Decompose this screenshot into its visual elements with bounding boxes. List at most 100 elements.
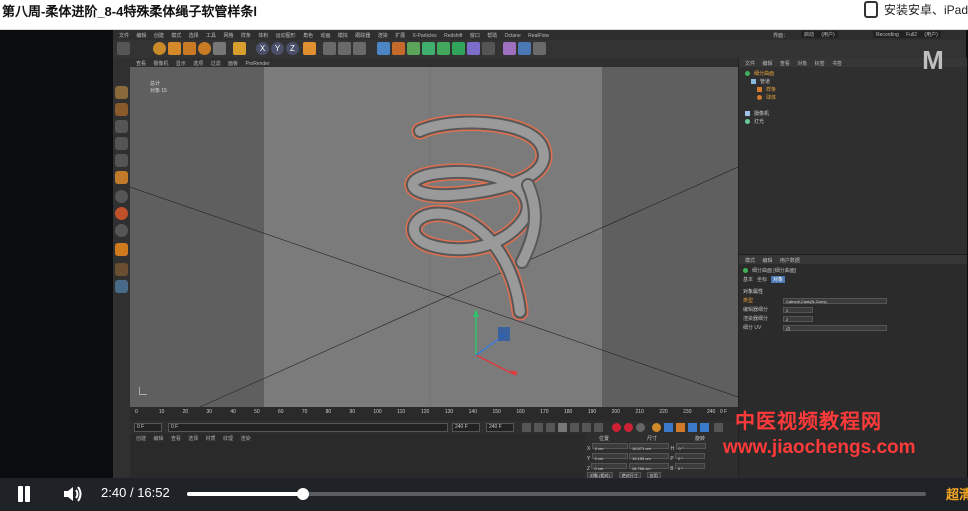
am-tab[interactable]: 编辑 (762, 258, 772, 264)
coord-pos-y[interactable]: 0 cm (591, 453, 628, 461)
om-tab[interactable]: 标签 (815, 61, 825, 67)
go-end-icon[interactable] (594, 423, 603, 432)
coord-pos-x[interactable]: 0 cm (591, 443, 628, 451)
progress-bar[interactable] (187, 488, 926, 500)
quality-select[interactable]: 超清 (946, 484, 968, 503)
object-row[interactable]: 管道 (751, 78, 770, 85)
y-axis-icon[interactable]: Y (271, 42, 284, 55)
play-icon[interactable] (558, 423, 567, 432)
coord-size-z[interactable]: 16.766 cm (628, 463, 669, 471)
menu-item[interactable]: 扩展 (395, 33, 405, 39)
pen-icon[interactable] (392, 42, 405, 55)
object-row[interactable]: 细分曲面 (745, 70, 774, 77)
start-frame-field[interactable]: 0 F (134, 423, 162, 432)
environment-icon[interactable] (467, 42, 480, 55)
snap-icon[interactable] (115, 190, 128, 203)
move-icon[interactable] (168, 42, 181, 55)
object-row[interactable]: 样条 (757, 86, 776, 93)
material-tab[interactable]: 渲染 (240, 436, 250, 442)
key-param-icon[interactable] (688, 423, 697, 432)
layout-select[interactable]: 启动 (用户) (801, 31, 838, 38)
tag-icon[interactable] (503, 42, 516, 55)
current-frame-field[interactable]: 0 F (168, 423, 448, 432)
field-icon[interactable] (452, 42, 465, 55)
lock-axis-icon[interactable] (115, 243, 128, 256)
keyframe-icon[interactable] (636, 423, 645, 432)
deformer-icon[interactable] (437, 42, 450, 55)
attr-editor-subdiv-field[interactable]: 2 (783, 306, 813, 313)
end-frame-field[interactable]: 240 F (452, 423, 480, 432)
menu-item[interactable]: 渲染 (378, 33, 388, 39)
light-icon[interactable] (533, 42, 546, 55)
rotate-icon[interactable] (198, 42, 211, 55)
3d-viewport[interactable]: 总计 对象 15 (130, 67, 738, 439)
object-row[interactable]: 摄像机 (745, 110, 769, 117)
volume-icon[interactable] (62, 484, 84, 504)
render-view-icon[interactable] (338, 42, 351, 55)
grid-icon[interactable] (518, 42, 531, 55)
menu-item[interactable]: 模拟 (338, 33, 348, 39)
record-icon[interactable] (612, 423, 621, 432)
model-mode-icon[interactable] (115, 120, 128, 133)
grid-layer-icon[interactable] (115, 280, 128, 293)
coord-size-x[interactable]: 16.071 cm (629, 443, 670, 451)
menu-item[interactable]: 模式 (171, 33, 181, 39)
next-frame-icon[interactable] (570, 423, 579, 432)
edges-mode-icon[interactable] (115, 154, 128, 167)
om-tab[interactable]: 书签 (832, 61, 842, 67)
object-row[interactable]: 球体 (757, 94, 776, 101)
material-tab[interactable]: 查看 (171, 436, 181, 442)
attr-type-select[interactable]: Catmull-Clark(N-Gons) (783, 297, 887, 304)
menu-item[interactable]: 选择 (189, 33, 199, 39)
key-scale-icon[interactable] (664, 423, 673, 432)
prev-frame-icon[interactable] (546, 423, 555, 432)
solo-icon[interactable] (115, 263, 128, 276)
coord-pos-z[interactable]: 0 cm (591, 463, 628, 471)
om-tab[interactable]: 对象 (797, 61, 807, 67)
coord-system-icon[interactable] (303, 42, 316, 55)
coord-size-y[interactable]: 19.153 cm (629, 453, 670, 461)
live-select-icon[interactable] (153, 42, 166, 55)
camera-icon[interactable] (482, 42, 495, 55)
menu-item[interactable]: 文件 (119, 33, 129, 39)
menu-item[interactable]: 运动图形 (276, 33, 296, 39)
menu-item[interactable]: 动画 (320, 33, 330, 39)
material-tab[interactable]: 选择 (188, 436, 198, 442)
progress-handle[interactable] (297, 488, 310, 500)
material-tab[interactable]: 材质 (206, 436, 216, 442)
menu-item[interactable]: 工具 (206, 33, 216, 39)
om-tab[interactable]: 编辑 (762, 61, 772, 67)
go-start-icon[interactable] (522, 423, 531, 432)
x-axis-icon[interactable]: X (256, 42, 269, 55)
points-mode-icon[interactable] (115, 137, 128, 150)
key-rotation-icon[interactable] (676, 423, 685, 432)
undo-icon[interactable] (117, 42, 130, 55)
attr-subtab[interactable]: 坐标 (757, 276, 767, 283)
cube-icon[interactable] (377, 42, 390, 55)
menu-item[interactable]: 网格 (223, 33, 233, 39)
menu-item[interactable]: 样条 (241, 33, 251, 39)
coord-rot-h[interactable]: 0 ° (675, 443, 706, 451)
render-region-icon[interactable] (323, 42, 336, 55)
render-settings-icon[interactable] (353, 42, 366, 55)
texture-mode-icon[interactable] (115, 103, 128, 116)
material-tab[interactable]: 编辑 (153, 436, 163, 442)
polygons-mode-icon[interactable] (115, 171, 128, 184)
key-position-icon[interactable] (652, 423, 661, 432)
menu-item[interactable]: RealFlow (528, 33, 549, 39)
menu-item[interactable]: 角色 (303, 33, 313, 39)
workplane-icon[interactable] (115, 224, 128, 237)
recent-tool-icon[interactable] (213, 42, 226, 55)
menu-item[interactable]: Octane (505, 33, 521, 39)
am-tab[interactable]: 用户数据 (780, 258, 800, 264)
menu-item[interactable]: Redshift (444, 33, 462, 39)
menu-item[interactable]: 帮助 (487, 33, 497, 39)
autokey-icon[interactable] (624, 423, 633, 432)
z-axis-icon[interactable]: Z (286, 42, 299, 55)
attr-subtab[interactable]: 基本 (743, 276, 753, 283)
attr-subtab-active[interactable]: 对象 (771, 276, 786, 283)
material-tab[interactable]: 创建 (136, 436, 146, 442)
add-icon[interactable] (233, 42, 246, 55)
timeline-ruler[interactable]: 0 10 20 30 40 50 60 70 80 90 100 110 120 130 140 150 160… (130, 407, 738, 421)
om-tab[interactable]: 查看 (780, 61, 790, 67)
